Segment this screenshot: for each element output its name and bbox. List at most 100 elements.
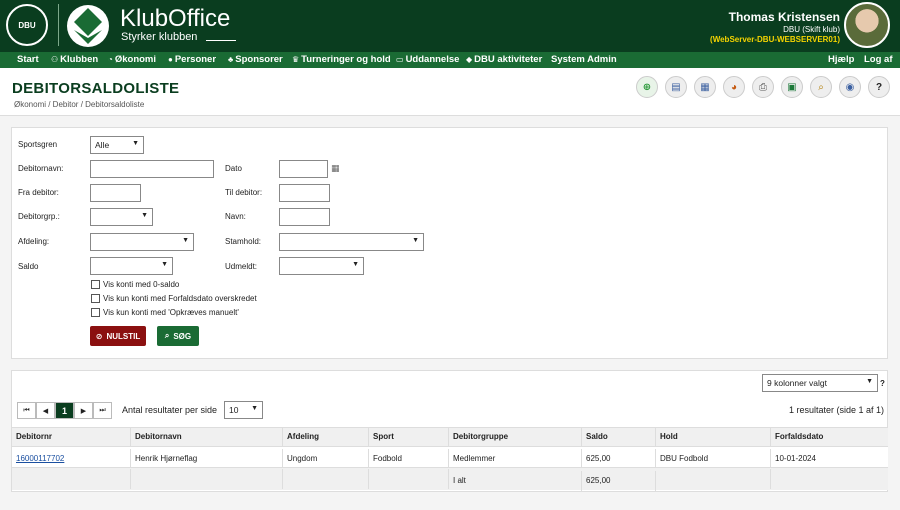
afdeling-label: Afdeling:: [18, 237, 50, 246]
chevron-down-icon: ▼: [352, 261, 359, 268]
chart-button[interactable]: ◕: [723, 76, 745, 98]
col-debitornr[interactable]: Debitornr: [12, 427, 131, 447]
info-button[interactable]: ◉: [839, 76, 861, 98]
opkraeves-manuelt-label: Vis kun konti med 'Opkræves manuelt': [103, 308, 239, 317]
col-saldo[interactable]: Saldo: [582, 427, 656, 447]
screen-icon: ▭: [396, 55, 404, 64]
trophy-icon: ♛: [292, 55, 300, 64]
report-button[interactable]: ▦: [694, 76, 716, 98]
afdeling-select[interactable]: ▼: [90, 233, 194, 251]
debitornr-link[interactable]: 16000117702: [12, 449, 131, 469]
nav-start[interactable]: Start: [17, 54, 39, 65]
nav-sponsorer[interactable]: ♣ Sponsorer: [228, 54, 283, 65]
sponsor-icon: ♣: [228, 55, 234, 64]
sportsgren-label: Sportsgren: [18, 140, 58, 149]
nav-logout[interactable]: Log af: [864, 54, 893, 65]
til-debitor-input[interactable]: [279, 184, 330, 202]
columns-help-icon[interactable]: ?: [880, 379, 885, 388]
coin-icon: ◔: [108, 55, 113, 64]
cell-hold: DBU Fodbold: [656, 449, 771, 469]
opkraeves-manuelt-checkbox[interactable]: [91, 308, 100, 317]
col-forfaldsdato[interactable]: Forfaldsdato: [771, 427, 888, 447]
search-button[interactable]: ⌕ SØG: [157, 326, 199, 346]
app-header: DBU KlubOffice Styrker klubben Thomas Kr…: [0, 0, 900, 52]
chevron-down-icon: ▼: [141, 212, 148, 219]
nav-turneringer[interactable]: ♛ Turneringer og hold: [292, 54, 391, 65]
per-page-label: Antal resultater per side: [122, 405, 218, 415]
print-button[interactable]: ⎙: [752, 76, 774, 98]
results-summary: 1 resultater (side 1 af 1): [788, 405, 884, 415]
nav-dbu-aktiviteter[interactable]: ◆ DBU aktiviteter: [466, 54, 542, 65]
printer-icon: ⎙: [759, 81, 767, 93]
debitorgrp-select[interactable]: ▼: [90, 208, 153, 226]
cell-debitorgruppe: Medlemmer: [449, 449, 582, 469]
nav-okonomi[interactable]: ◔ Økonomi: [108, 54, 156, 65]
debitornavn-label: Debitornavn:: [18, 164, 64, 173]
debitorgrp-label: Debitorgrp.:: [18, 212, 60, 221]
title-area: DEBITORSALDOLISTE Økonomi / Debitor / De…: [0, 68, 900, 116]
cell-debitornavn: Henrik Hjørneflag: [131, 449, 283, 469]
question-icon: ?: [875, 81, 883, 93]
kluboffice-logo-icon[interactable]: [66, 4, 110, 48]
col-sport[interactable]: Sport: [369, 427, 449, 447]
stamhold-select[interactable]: ▼: [279, 233, 424, 251]
help-button[interactable]: ?: [868, 76, 890, 98]
calendar-icon[interactable]: ▦: [331, 163, 340, 174]
excel-export-button[interactable]: ▣: [781, 76, 803, 98]
vis-0-saldo-checkbox[interactable]: [91, 280, 100, 289]
saldo-label: Saldo: [18, 262, 39, 271]
udmeldt-label: Udmeldt:: [225, 262, 258, 271]
first-page-button[interactable]: ⏮: [17, 402, 36, 419]
cell-saldo: 625,00: [582, 449, 656, 469]
last-page-button[interactable]: ⏭: [93, 402, 112, 419]
total-cell-empty-4: [369, 469, 449, 489]
nav-klubben[interactable]: ⚇ Klubben: [51, 54, 98, 65]
sportsgren-select[interactable]: Alle ▼: [90, 136, 144, 154]
udmeldt-select[interactable]: ▼: [279, 257, 364, 275]
nav-system-admin[interactable]: System Admin: [551, 54, 617, 65]
magnifier-icon: ⌕: [818, 81, 824, 93]
page-1-button[interactable]: 1: [55, 402, 74, 419]
col-debitornavn[interactable]: Debitornavn: [131, 427, 283, 447]
chevron-down-icon: ▼: [182, 237, 189, 244]
brand-tagline: Styrker klubben: [121, 31, 198, 43]
col-hold[interactable]: Hold: [656, 427, 771, 447]
dbu-logo[interactable]: DBU: [6, 4, 48, 46]
prev-page-button[interactable]: ◀: [36, 402, 55, 419]
search-tool-button[interactable]: ⌕: [810, 76, 832, 98]
total-cell-empty-2: [131, 469, 283, 489]
saldo-select[interactable]: ▼: [90, 257, 173, 275]
columns-select[interactable]: 9 kolonner valgt ▼: [762, 374, 878, 392]
avatar[interactable]: [844, 2, 890, 48]
total-cell-empty-5: [656, 469, 771, 489]
brand-name: KlubOffice: [120, 5, 231, 32]
navn-label: Navn:: [225, 212, 246, 221]
per-page-select[interactable]: 10 ▼: [224, 401, 263, 419]
search-icon: ⌕: [164, 331, 170, 340]
forfaldsdato-checkbox[interactable]: [91, 294, 100, 303]
dato-input[interactable]: [279, 160, 328, 178]
dato-label: Dato: [225, 164, 242, 173]
ban-icon: ⊘: [95, 331, 103, 341]
prev-icon: ◀: [42, 407, 49, 415]
col-debitorgruppe[interactable]: Debitorgruppe: [449, 427, 582, 447]
user-name: Thomas Kristensen: [728, 10, 840, 24]
add-button[interactable]: ⊕: [636, 76, 658, 98]
document-button[interactable]: ▤: [665, 76, 687, 98]
next-page-button[interactable]: ▶: [74, 402, 93, 419]
vis-0-saldo-label: Vis konti med 0-saldo: [103, 280, 180, 289]
switch-club-link[interactable]: DBU (Skift klub): [710, 25, 840, 34]
debitornavn-input[interactable]: [90, 160, 214, 178]
nav-uddannelse[interactable]: ▭ Uddannelse: [396, 54, 459, 65]
user-info: Thomas Kristensen DBU (Skift klub) (WebS…: [710, 10, 840, 44]
breadcrumb[interactable]: Økonomi / Debitor / Debitorsaldoliste: [14, 100, 144, 109]
nav-help[interactable]: Hjælp: [828, 54, 854, 65]
tagline-underline: [206, 40, 236, 41]
header-divider: [58, 4, 59, 46]
col-afdeling[interactable]: Afdeling: [283, 427, 369, 447]
fra-debitor-input[interactable]: [90, 184, 141, 202]
nav-personer[interactable]: ● Personer: [168, 54, 216, 65]
navn-input[interactable]: [279, 208, 330, 226]
total-value: 625,00: [582, 471, 656, 491]
reset-button[interactable]: ⊘ NULSTIL: [90, 326, 146, 346]
